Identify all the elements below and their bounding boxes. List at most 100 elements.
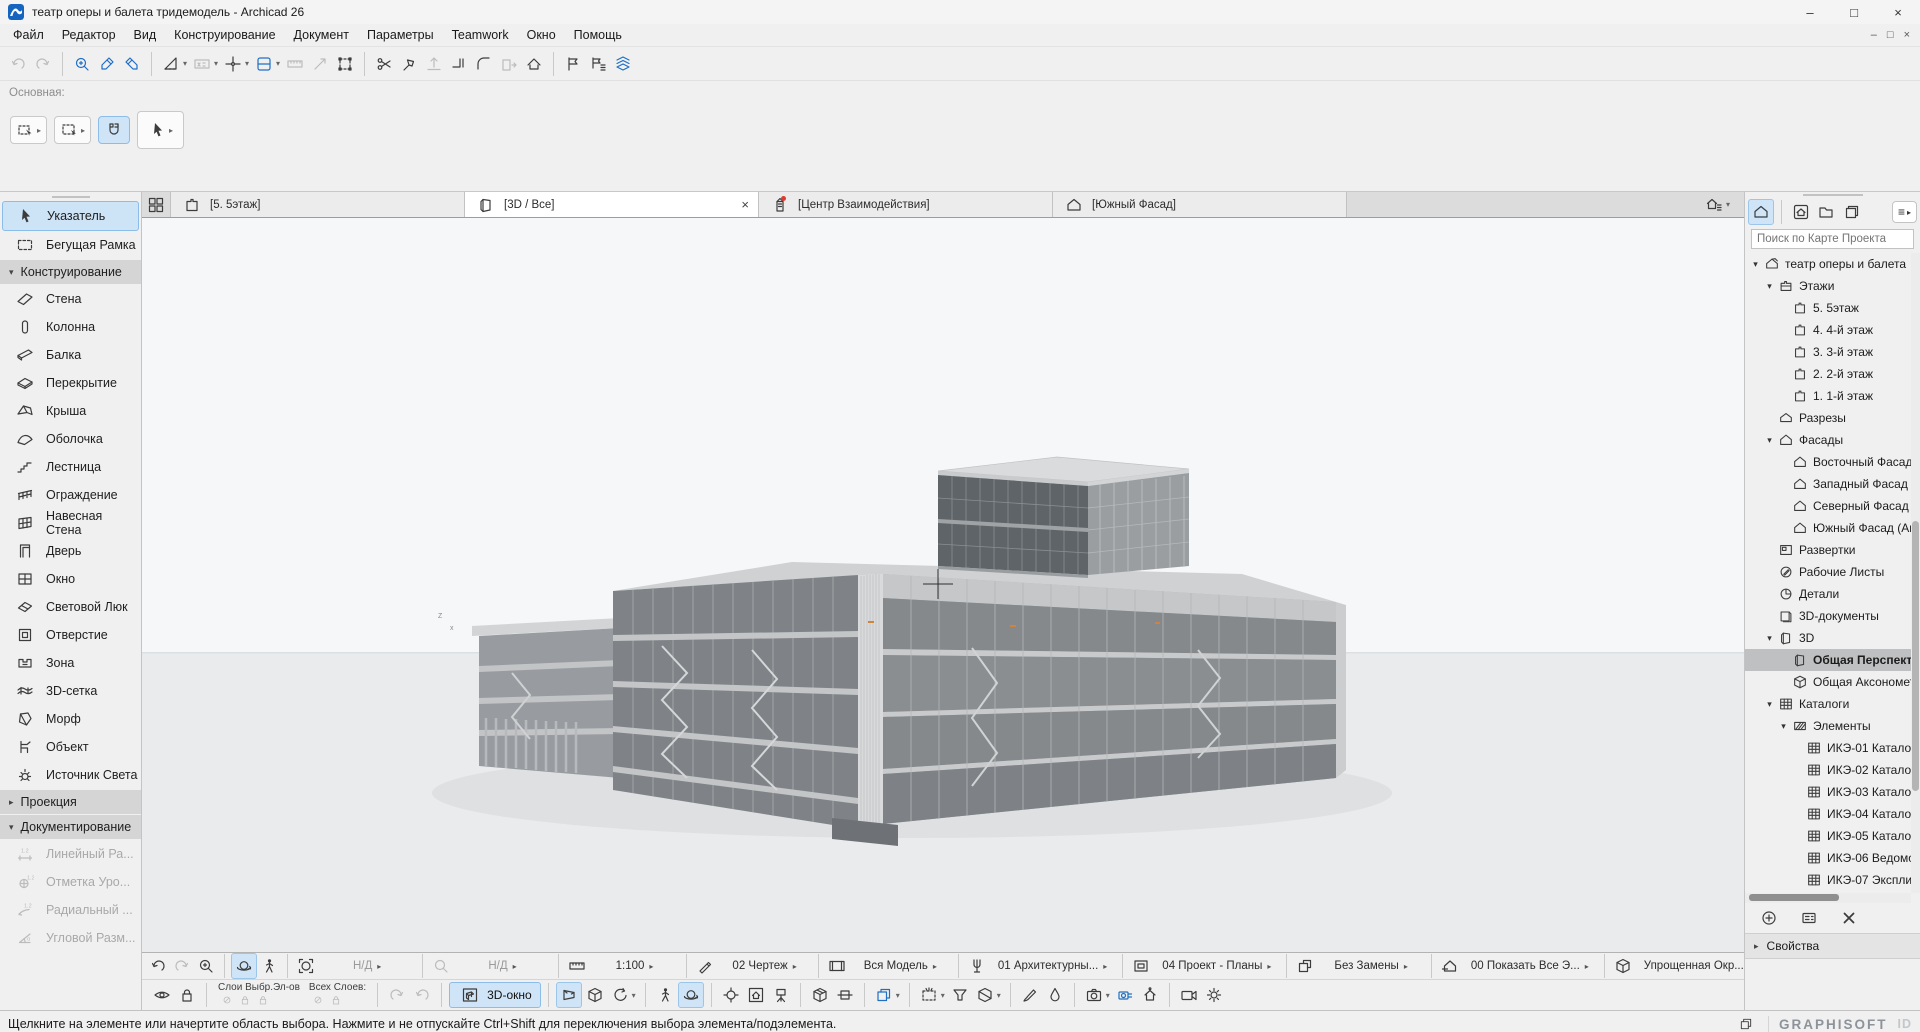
project-map-search-input[interactable]	[1751, 229, 1914, 249]
toolbox-drag-handle[interactable]	[0, 192, 141, 201]
tree-item-19[interactable]: Общая Аксономет	[1745, 671, 1920, 693]
unlock-layer-icon[interactable]	[254, 993, 272, 1007]
tool-pointer[interactable]: Указатель	[2, 201, 139, 231]
tab-overview-button[interactable]	[142, 192, 171, 217]
redo-icon[interactable]	[385, 983, 409, 1007]
orbit-icon[interactable]	[678, 982, 704, 1008]
brush-icon[interactable]	[1018, 983, 1042, 1007]
tab-1[interactable]: [3D / Все]×	[465, 192, 759, 217]
tool-railing[interactable]: Ограждение	[0, 481, 141, 509]
layer-combination-dropdown[interactable]: 04 Проект - Планы▸	[1153, 960, 1280, 972]
tab-3[interactable]: [Южный Фасад]	[1053, 192, 1347, 217]
tool-beam[interactable]: Балка	[0, 341, 141, 369]
tree-item-3[interactable]: 4. 4-й этаж	[1745, 319, 1920, 341]
tool-column[interactable]: Колонна	[0, 313, 141, 341]
tool-dim-radial[interactable]: 1.2Радиальный ...	[0, 896, 141, 924]
zoom-preset-icon[interactable]	[429, 954, 453, 978]
tool-stair[interactable]: Лестница	[0, 453, 141, 481]
redo-icon[interactable]	[170, 954, 194, 978]
menu-item-8[interactable]: Помощь	[565, 26, 631, 44]
tab-list-button[interactable]: ▾	[1702, 192, 1744, 217]
zoom-select-icon[interactable]	[70, 52, 94, 76]
toolbox-section-Документирование[interactable]: ▾Документирование	[0, 815, 141, 839]
measure-icon[interactable]	[565, 954, 589, 978]
tool-curtain-wall[interactable]: Навесная Стена	[0, 509, 141, 537]
publisher-icon[interactable]	[1839, 200, 1863, 224]
cutaway-icon[interactable]	[973, 983, 997, 1007]
toolbox-section-Проекция[interactable]: ▸Проекция	[0, 790, 141, 814]
3d-model-building[interactable]: Z x	[142, 218, 1744, 952]
tool-shell[interactable]: Оболочка	[0, 425, 141, 453]
tree-item-24[interactable]: ИКЭ-03 Каталог Д	[1745, 781, 1920, 803]
chevron-down-icon[interactable]: ▾	[1777, 721, 1790, 732]
navigator-menu-button[interactable]: ≡▸	[1892, 201, 1917, 223]
flag-icon[interactable]	[561, 52, 585, 76]
tab-close-icon[interactable]: ×	[741, 198, 749, 211]
view-map-icon[interactable]	[1789, 200, 1813, 224]
menu-item-1[interactable]: Редактор	[53, 26, 125, 44]
flag-list-icon[interactable]	[586, 52, 610, 76]
tree-item-21[interactable]: ▾Элементы	[1745, 715, 1920, 737]
tree-item-20[interactable]: ▾Каталоги	[1745, 693, 1920, 715]
walk-icon[interactable]	[653, 983, 677, 1007]
marquee-dashed-button[interactable]: ▸	[54, 116, 91, 144]
roof-home-icon[interactable]	[522, 52, 546, 76]
tool-zone[interactable]: Зона	[0, 649, 141, 677]
form-settings-icon[interactable]	[1797, 906, 1821, 930]
split-icon[interactable]	[397, 52, 421, 76]
quick-layers-icon[interactable]	[611, 52, 635, 76]
camera-settings-icon[interactable]	[1113, 983, 1137, 1007]
magic-marquee-icon[interactable]	[917, 983, 941, 1007]
sun-study-icon[interactable]	[1202, 983, 1226, 1007]
model-filter-dropdown[interactable]: Вся Модель▸	[849, 960, 952, 972]
camera-stand-icon[interactable]	[769, 983, 793, 1007]
walk-icon[interactable]	[257, 954, 281, 978]
tool-dim-linear[interactable]: 1.2Линейный Ра...	[0, 840, 141, 868]
tree-horizontal-scrollbar[interactable]	[1745, 893, 1911, 903]
menu-item-7[interactable]: Окно	[518, 26, 565, 44]
cube-icon[interactable]	[1611, 954, 1635, 978]
model-filter-icon[interactable]	[825, 954, 849, 978]
doc-window-control-1[interactable]: □	[1887, 29, 1894, 41]
tool-slab[interactable]: Перекрытие	[0, 369, 141, 397]
coordinates-icon[interactable]	[190, 52, 214, 76]
tool-dim-level[interactable]: 1.2Отметка Уро...	[0, 868, 141, 896]
stretch-icon[interactable]	[308, 52, 332, 76]
tree-item-17[interactable]: ▾3D	[1745, 627, 1920, 649]
guide-lines-icon[interactable]	[159, 52, 183, 76]
tool-morph[interactable]: Морф	[0, 705, 141, 733]
tool-door[interactable]: Дверь	[0, 537, 141, 565]
tool-window[interactable]: Окно	[0, 565, 141, 593]
hide-layer-icon[interactable]	[309, 993, 327, 1007]
undo-icon[interactable]	[410, 983, 434, 1007]
graphic-override-icon[interactable]	[1438, 954, 1462, 978]
tab-2[interactable]: [Центр Взаимодействия]	[759, 192, 1053, 217]
inject-parameters-icon[interactable]	[120, 52, 144, 76]
tree-item-1[interactable]: ▾Этажи	[1745, 275, 1920, 297]
marquee-arrow-button[interactable]: ▸	[10, 116, 47, 144]
perspective-icon[interactable]	[556, 982, 582, 1008]
dimension-style-icon[interactable]	[965, 954, 989, 978]
trim-icon[interactable]	[447, 52, 471, 76]
renovation-dropdown[interactable]: Без Замены▸	[1317, 960, 1424, 972]
hscroll-thumb[interactable]	[1749, 894, 1839, 901]
3d-viewport[interactable]: Z x	[142, 218, 1744, 952]
adjust-icon[interactable]	[422, 52, 446, 76]
measure-icon[interactable]	[283, 52, 307, 76]
tree-item-28[interactable]: ИКЭ-07 Эксплика	[1745, 869, 1920, 891]
maximize-button[interactable]: □	[1832, 0, 1876, 24]
copy-settings-icon[interactable]	[872, 983, 896, 1007]
tree-item-13[interactable]: Развертки	[1745, 539, 1920, 561]
tree-item-8[interactable]: ▾Фасады	[1745, 429, 1920, 451]
resize-icon[interactable]	[497, 52, 521, 76]
tree-item-16[interactable]: 3D-документы	[1745, 605, 1920, 627]
menu-item-0[interactable]: Файл	[4, 26, 53, 44]
tool-skylight[interactable]: Световой Люк	[0, 593, 141, 621]
scale-dropdown[interactable]: 1:100▸	[589, 960, 681, 972]
pointer-big-button[interactable]: ▸	[137, 111, 184, 149]
doc-window-control-0[interactable]: –	[1871, 29, 1877, 41]
look-to-icon[interactable]	[719, 983, 743, 1007]
graphic-override-dropdown[interactable]: 00 Показать Все Э...▸	[1462, 960, 1598, 972]
scissors-icon[interactable]	[372, 52, 396, 76]
tool-lamp[interactable]: Источник Света	[0, 761, 141, 789]
